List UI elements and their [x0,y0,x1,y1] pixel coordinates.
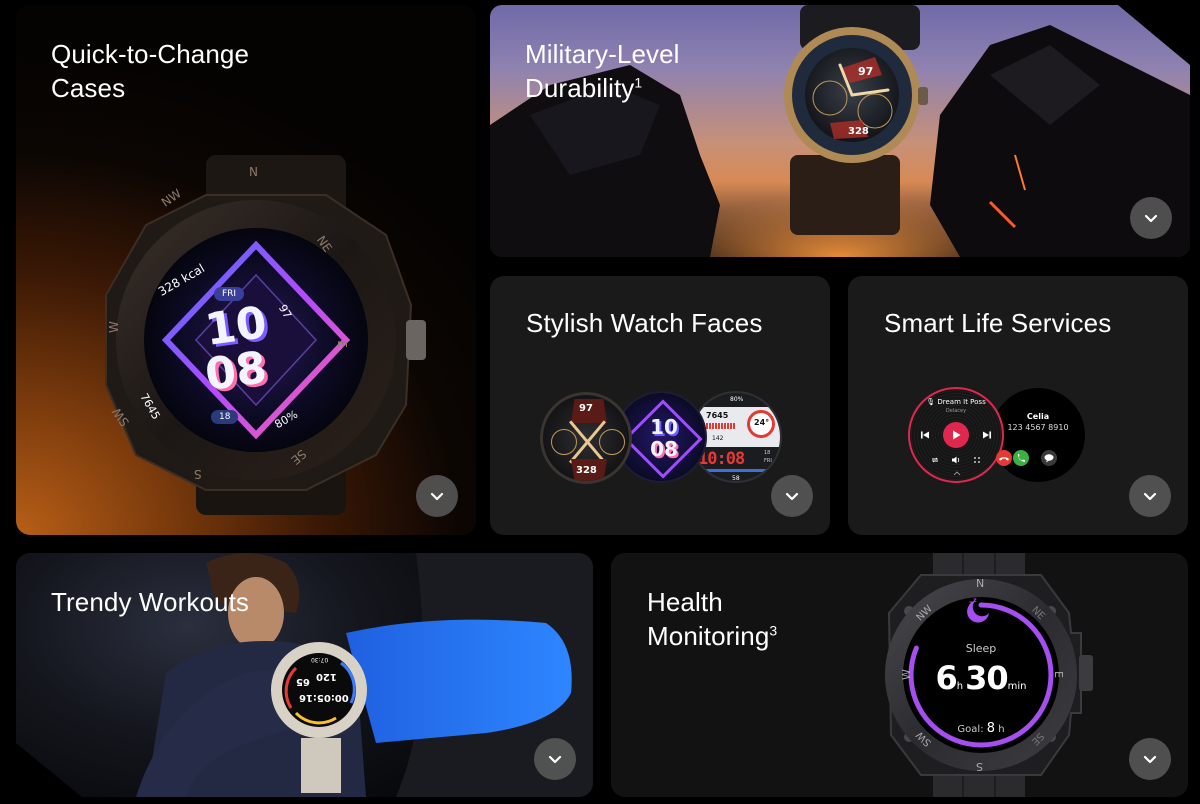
steps-readout: 7645 [706,411,729,420]
date-readout: 18 [764,450,771,456]
card-quick-to-change-cases[interactable]: Quick-to-Change Cases N NW NE E W SW SE … [16,5,476,535]
bezel-e: E [334,340,349,348]
chevron-down-icon [785,492,799,501]
chevron-down-icon [1143,755,1157,764]
expand-button[interactable] [771,475,813,517]
sleep-duration: 6h30min [921,659,1041,697]
goal-value: 8 [986,721,996,736]
battery-readout: 80% [730,396,744,403]
bezel-w: W [106,321,121,333]
music-player: 🎙︎ Dream It Poss Delacey [908,387,1004,483]
bezel-e: E [1051,671,1065,678]
artist-name: Delacey [945,408,967,414]
calories-readout: 328 [848,126,869,137]
card-smart-life-services[interactable]: Smart Life Services Celia 123 4567 8910 … [848,276,1188,535]
footnote-marker: 3 [769,622,778,639]
day-readout: FRI [764,458,772,464]
bezel-s: S [976,760,983,773]
volume-icon[interactable] [951,455,961,465]
time-minute: 08 [650,437,678,461]
heart-rate-readout: 97 [858,65,874,78]
card-stylish-watch-faces[interactable]: Stylish Watch Faces 80% 7645 24° 142 10:… [490,276,830,535]
card-trendy-workouts[interactable]: 07:30 120 65 00:05:16 Trendy Workouts [16,553,593,797]
card-health-monitoring[interactable]: Health Monitoring3 N NW NE E W SW SE S z… [611,553,1188,797]
bezel-s: S [194,467,202,481]
time-hour: 10 [650,415,678,439]
expand-button[interactable] [416,475,458,517]
expand-button[interactable] [1129,738,1171,780]
title-line-1: Health [647,587,723,617]
sleep-minutes: 30 [965,659,1009,697]
title-line-1: Quick-to-Change [51,39,250,69]
card-title: Smart Life Services [884,308,1112,338]
calories-readout: 142 [712,435,724,442]
card-title: Stylish Watch Faces [526,308,763,338]
sleep-label: Sleep [965,642,997,655]
title-line-2: Cases [51,73,126,103]
decline-call-button[interactable] [996,450,1012,466]
phone-hangup-icon [999,457,1009,461]
accept-call-button[interactable] [1013,450,1029,466]
caller-name: Celia [1026,412,1050,421]
card-title: Military-Level Durability1 [525,37,680,105]
next-track-icon[interactable] [982,430,992,440]
previous-track-icon[interactable] [920,430,930,440]
sleep-hours: 6 [935,659,958,697]
chevron-up-icon [953,471,961,476]
caller-number: 123 4567 8910 [1007,423,1069,432]
heart-rate-readout: 120 [316,671,337,682]
card-title: Quick-to-Change Cases [51,37,249,105]
goal-unit: h [998,724,1005,735]
digital-time: 10:08 [698,449,745,469]
date-badge: 18 [211,410,239,424]
bottom-readout: 58 [732,475,740,482]
play-button[interactable] [943,422,969,448]
footnote-marker: 1 [634,74,643,91]
title-line-1: Military-Level [525,39,680,69]
play-icon [953,430,961,440]
chevron-down-icon [1143,492,1157,501]
day-badge: FRI [214,287,245,301]
repeat-icon[interactable] [930,455,940,465]
card-title: Health Monitoring3 [647,585,777,653]
chevron-down-icon [430,492,444,501]
calories-readout: 65 [296,676,310,687]
chevron-down-icon [548,755,562,764]
expand-button[interactable] [1130,197,1172,239]
title-line-2: Monitoring [647,621,770,651]
message-icon [1044,454,1054,463]
sleep-icon: zz [969,597,977,608]
song-title-text: Dream It Poss [937,398,986,406]
title-line-2: Durability [525,73,635,103]
bezel-n: N [976,577,985,590]
hours-unit: h [956,681,964,692]
expand-button[interactable] [1129,475,1171,517]
bezel-n: N [249,165,258,179]
chevron-down-icon [1144,214,1158,223]
call-screen: Celia 123 4567 8910 [991,388,1085,482]
workout-time-of-day: 07:30 [311,656,329,663]
duration-readout: 00:05:16 [299,692,349,703]
heart-rate-readout: 97 [579,403,593,414]
sleep-goal: Goal: 8 h [921,721,1041,736]
more-options-icon[interactable] [972,455,982,465]
card-title: Trendy Workouts [51,587,250,617]
phone-icon [1018,454,1025,462]
card-military-level-durability[interactable]: 97 328 Military-Level Durability1 [490,5,1190,257]
goal-label: Goal: [957,724,984,735]
message-button[interactable] [1041,450,1057,466]
expand-button[interactable] [534,738,576,780]
bezel-w: W [899,669,913,680]
song-title: 🎙︎ Dream It Poss [926,398,986,406]
watch-face-analog: 97 328 [540,392,632,484]
minutes-unit: min [1007,681,1027,692]
calories-readout: 328 [576,465,597,476]
temperature-readout: 24° [754,418,770,427]
